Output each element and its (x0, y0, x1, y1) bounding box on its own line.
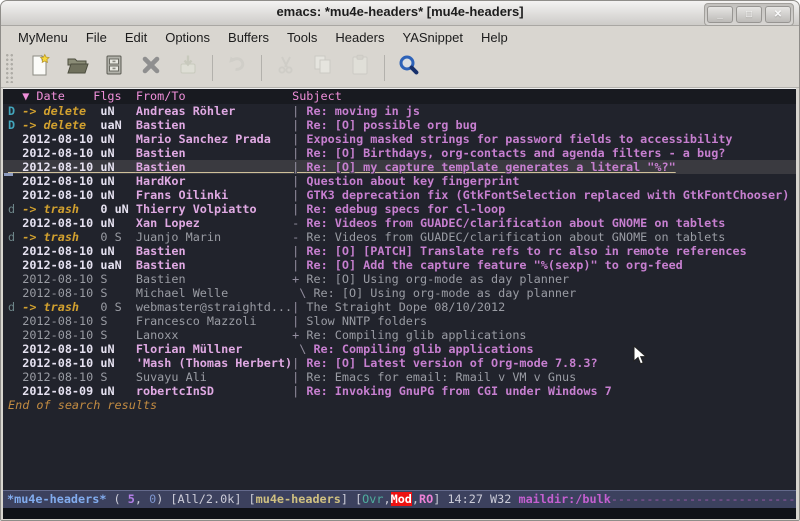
mode-line: *mu4e-headers* ( 5, 0) [All/2.0k] [mu4e-… (3, 490, 796, 508)
minibuffer[interactable] (3, 508, 796, 519)
message-row[interactable]: 2012-08-10 S Lanoxx + Re: Compiling glib… (3, 328, 796, 342)
menu-item-mymenu[interactable]: MyMenu (9, 28, 77, 47)
message-row[interactable]: 2012-08-10 uaN Bastien | Re: [O] Add the… (3, 258, 796, 272)
save-as-icon (176, 53, 200, 82)
new-file-icon (28, 53, 52, 82)
close-buffer-icon (139, 53, 163, 82)
window-title: emacs: *mu4e-headers* [mu4e-headers] (1, 4, 799, 19)
title-bar: emacs: *mu4e-headers* [mu4e-headers] _ □… (1, 1, 799, 26)
undo-icon (225, 53, 249, 82)
menu-bar: MyMenuFileEditOptionsBuffersToolsHeaders… (1, 26, 799, 48)
menu-item-help[interactable]: Help (472, 28, 517, 47)
menu-item-edit[interactable]: Edit (116, 28, 156, 47)
new-file-button[interactable] (27, 55, 53, 81)
modeline-segment: , (135, 492, 149, 506)
message-row[interactable]: d -> trash 0 uN Thierry Volpiatto | Re: … (3, 202, 796, 216)
modeline-segment: Ovr (362, 492, 383, 506)
save-button[interactable] (101, 55, 127, 81)
message-row[interactable]: 2012-08-10 uN 'Mash (Thomas Herbert)| Re… (3, 356, 796, 370)
message-row[interactable]: 2012-08-10 S Michael Welle \ Re: [O] Usi… (3, 286, 796, 300)
menu-item-headers[interactable]: Headers (326, 28, 393, 47)
menu-item-yasnippet[interactable]: YASnippet (393, 28, 471, 47)
toolbar-separator (261, 55, 262, 81)
modeline-segment: ] [ (341, 492, 362, 506)
message-row[interactable]: 2012-08-10 uN Bastien | Re: [O] [PATCH] … (3, 244, 796, 258)
toolbar-separator (384, 55, 385, 81)
emacs-frame: ▼ Date Flgs From/To Subject D -> delete … (3, 88, 796, 519)
message-row[interactable]: d -> trash 0 S Juanjo Marin - Re: Videos… (3, 230, 796, 244)
message-row[interactable]: 2012-08-10 uN Bastien | Re: [O] my captu… (3, 160, 796, 174)
menu-item-options[interactable]: Options (156, 28, 219, 47)
paste-icon (348, 53, 372, 82)
search-icon (397, 53, 421, 82)
menu-item-buffers[interactable]: Buffers (219, 28, 278, 47)
modeline-segment: ] 14:27 W32 (433, 492, 518, 506)
paste-button (347, 55, 373, 81)
message-row[interactable]: 2012-08-10 uN Florian Müllner \ Re: Comp… (3, 342, 796, 356)
close-icon[interactable]: ✕ (765, 6, 791, 23)
modeline-segment: ( (106, 492, 127, 506)
message-row[interactable]: 2012-08-10 S Bastien + Re: [O] Using org… (3, 272, 796, 286)
search-button[interactable] (396, 55, 422, 81)
copy-icon (311, 53, 335, 82)
maximize-icon[interactable]: □ (736, 6, 762, 23)
close-buffer-button[interactable] (138, 55, 164, 81)
message-row[interactable]: D -> delete uN Andreas Röhler | Re: movi… (3, 104, 796, 118)
copy-button (310, 55, 336, 81)
message-row[interactable]: D -> delete uaN Bastien | Re: [O] possib… (3, 118, 796, 132)
message-row[interactable]: 2012-08-09 uN robertcInSD | Re: Invoking… (3, 384, 796, 398)
end-of-search-results: End of search results (3, 398, 796, 412)
menu-item-file[interactable]: File (77, 28, 116, 47)
message-row[interactable]: 2012-08-10 S Francesco Mazzoli | Slow NN… (3, 314, 796, 328)
modeline-segment: , (383, 492, 390, 506)
message-row[interactable]: 2012-08-10 uN Bastien | Re: [O] Birthday… (3, 146, 796, 160)
cut-icon (274, 53, 298, 82)
open-folder-icon (65, 53, 89, 82)
cut-button (273, 55, 299, 81)
message-list: D -> delete uN Andreas Röhler | Re: movi… (3, 104, 796, 490)
toolbar (1, 48, 799, 88)
modeline-segment: mu4e-headers (256, 492, 341, 506)
modeline-segment: 5 (128, 492, 135, 506)
modeline-segment: *mu4e-headers* (7, 492, 106, 506)
toolbar-separator (212, 55, 213, 81)
message-row[interactable]: 2012-08-10 uN Xan Lopez - Re: Videos fro… (3, 216, 796, 230)
toolbar-grip-handle[interactable] (5, 53, 14, 83)
message-row[interactable]: 2012-08-10 uN HardKor | Question about k… (3, 174, 796, 188)
message-row[interactable]: 2012-08-10 uN Mario Sanchez Prada | Expo… (3, 132, 796, 146)
modeline-segment: ----------------------------------------… (611, 492, 796, 506)
modeline-segment: ) [All/2.0k] [ (156, 492, 255, 506)
modeline-segment: RO (419, 492, 433, 506)
modeline-segment: , (412, 492, 419, 506)
modeline-segment: Mod (391, 492, 412, 506)
open-folder-button[interactable] (64, 55, 90, 81)
window-controls: _ □ ✕ (704, 3, 794, 26)
message-row[interactable]: 2012-08-10 S Suvayu Ali | Re: Emacs for … (3, 370, 796, 384)
message-row[interactable]: d -> trash 0 S webmaster@straightd...| T… (3, 300, 796, 314)
headers-column-header: ▼ Date Flgs From/To Subject (3, 89, 796, 104)
save-as-button (175, 55, 201, 81)
undo-button (224, 55, 250, 81)
minimize-icon[interactable]: _ (707, 6, 733, 23)
menu-item-tools[interactable]: Tools (278, 28, 326, 47)
emacs-window: emacs: *mu4e-headers* [mu4e-headers] _ □… (0, 0, 800, 521)
message-row[interactable]: 2012-08-10 uN Frans Oilinki | GTK3 depre… (3, 188, 796, 202)
save-icon (102, 53, 126, 82)
modeline-segment: maildir:/bulk (518, 492, 610, 506)
